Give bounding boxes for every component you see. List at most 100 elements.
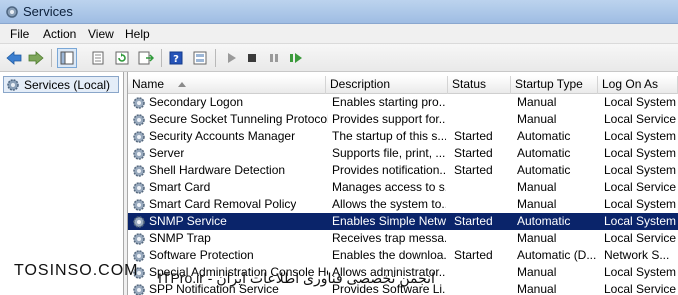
- column-header-log-on-as[interactable]: Log On As: [598, 76, 678, 94]
- cell-log-on-as: Network S...: [604, 248, 670, 262]
- services-list: Name Description Status Startup Type Log…: [128, 72, 678, 295]
- cell-description: The startup of this s...: [332, 129, 446, 143]
- services-gear-icon: [6, 6, 18, 18]
- service-gear-icon: [132, 113, 146, 127]
- refresh-icon[interactable]: [112, 48, 132, 68]
- menu-help[interactable]: Help: [125, 27, 150, 41]
- cell-log-on-as: Local System: [604, 214, 677, 228]
- service-gear-icon: [132, 96, 146, 110]
- cell-name: Server: [132, 145, 328, 162]
- export-icon[interactable]: [136, 48, 156, 68]
- table-row[interactable]: SNMP Trap Receives trap messa... Manual Loc…: [128, 230, 678, 247]
- tree-item-services-local[interactable]: Services (Local): [3, 76, 119, 93]
- service-gear-icon: [132, 215, 146, 229]
- sort-ascending-icon: [178, 82, 187, 88]
- cell-name: Shell Hardware Detection: [132, 162, 328, 179]
- cell-startup-type: Manual: [517, 197, 557, 211]
- service-name: Security Accounts Manager: [149, 129, 296, 143]
- service-gear-icon: [132, 249, 146, 263]
- service-gear-icon: [132, 164, 146, 178]
- service-name: Shell Hardware Detection: [149, 163, 286, 177]
- cell-name: Software Protection: [132, 247, 328, 264]
- cell-log-on-as: Local Service: [604, 112, 677, 126]
- table-row[interactable]: Security Accounts Manager The startup of …: [128, 128, 678, 145]
- cell-name: Smart Card Removal Policy: [132, 196, 328, 213]
- service-name: Smart Card: [149, 180, 211, 194]
- cell-startup-type: Automatic: [517, 163, 571, 177]
- cell-status: Started: [454, 248, 493, 262]
- properties-icon[interactable]: [88, 48, 108, 68]
- resume-icon[interactable]: [286, 48, 306, 68]
- cell-startup-type: Manual: [517, 282, 557, 295]
- cell-log-on-as: Local Service: [604, 231, 677, 245]
- view-icon[interactable]: [190, 48, 210, 68]
- cell-status: Started: [454, 163, 493, 177]
- cell-status: [454, 196, 510, 213]
- menu-bar: File Action View Help: [0, 24, 678, 44]
- service-name: Secondary Logon: [149, 95, 244, 109]
- console-tree-icon[interactable]: [57, 48, 77, 68]
- toolbar-separator: [161, 49, 162, 67]
- cell-status: Started: [454, 129, 493, 143]
- cell-startup-type: Automatic (D...: [517, 248, 597, 262]
- menu-view[interactable]: View: [88, 27, 114, 41]
- help-icon[interactable]: ?: [166, 48, 186, 68]
- cell-startup-type: Manual: [517, 265, 557, 279]
- play-icon[interactable]: [221, 48, 241, 68]
- table-row[interactable]: Secondary Logon Enables starting pro... Ma…: [128, 94, 678, 111]
- pause-icon[interactable]: [264, 48, 284, 68]
- cell-status: Started: [454, 146, 493, 160]
- table-row[interactable]: Smart Card Removal Policy Allows the syst…: [128, 196, 678, 213]
- table-row[interactable]: Shell Hardware Detection Provides notific…: [128, 162, 678, 179]
- service-gear-icon: [132, 283, 146, 295]
- cell-log-on-as: Local System: [604, 163, 677, 177]
- cell-name: SNMP Trap: [132, 230, 328, 247]
- cell-startup-type: Manual: [517, 112, 557, 126]
- cell-status: [454, 264, 510, 281]
- tree-item-label: Services (Local): [24, 77, 111, 92]
- cell-status: Started: [454, 214, 493, 228]
- toolbar: ?: [0, 44, 678, 72]
- column-header-status[interactable]: Status: [448, 76, 511, 94]
- service-name: SNMP Service: [149, 214, 227, 228]
- cell-startup-type: Automatic: [517, 214, 571, 228]
- cell-startup-type: Manual: [517, 180, 557, 194]
- table-row[interactable]: Secure Socket Tunneling Protocol ... Prov…: [128, 111, 678, 128]
- cell-description: Provides support for...: [332, 112, 446, 126]
- stop-icon[interactable]: [242, 48, 262, 68]
- cell-name: Security Accounts Manager: [132, 128, 328, 145]
- cell-name: Secondary Logon: [132, 94, 328, 111]
- column-header-name[interactable]: Name: [128, 76, 326, 94]
- cell-log-on-as: Local Service: [604, 180, 677, 194]
- column-header-startup-type[interactable]: Startup Type: [511, 76, 598, 94]
- cell-log-on-as: Local System: [604, 197, 677, 211]
- column-header-description[interactable]: Description: [326, 76, 448, 94]
- service-gear-icon: [132, 198, 146, 212]
- svg-text:?: ?: [173, 54, 179, 65]
- window-title: Services: [23, 4, 73, 19]
- cell-log-on-as: Local Service: [604, 282, 677, 295]
- service-name: SNMP Trap: [149, 231, 211, 245]
- cell-log-on-as: Local System: [604, 146, 677, 160]
- cell-status: [454, 230, 510, 247]
- cell-startup-type: Manual: [517, 231, 557, 245]
- cell-status: [454, 281, 510, 295]
- table-row[interactable]: Smart Card Manages access to s... Manual Lo…: [128, 179, 678, 196]
- toolbar-separator: [215, 49, 216, 67]
- menu-action[interactable]: Action: [43, 27, 76, 41]
- cell-description: Enables the downloa...: [332, 248, 446, 262]
- service-name: Secure Socket Tunneling Protocol ...: [149, 112, 328, 126]
- table-row[interactable]: Software Protection Enables the downloa..…: [128, 247, 678, 264]
- table-row[interactable]: SNMP Service Enables Simple Netw... Starte…: [128, 213, 678, 230]
- cell-name: SNMP Service: [132, 213, 328, 230]
- cell-log-on-as: Local System: [604, 95, 677, 109]
- service-name: Software Protection: [149, 248, 254, 262]
- table-row[interactable]: Server Supports file, print, ... Started Au…: [128, 145, 678, 162]
- forward-arrow-icon[interactable]: [26, 48, 46, 68]
- menu-file[interactable]: File: [10, 27, 29, 41]
- cell-description: Receives trap messa...: [332, 231, 446, 245]
- back-arrow-icon[interactable]: [4, 48, 24, 68]
- service-gear-icon: [132, 232, 146, 246]
- cell-startup-type: Automatic: [517, 129, 571, 143]
- services-gear-icon: [7, 78, 19, 91]
